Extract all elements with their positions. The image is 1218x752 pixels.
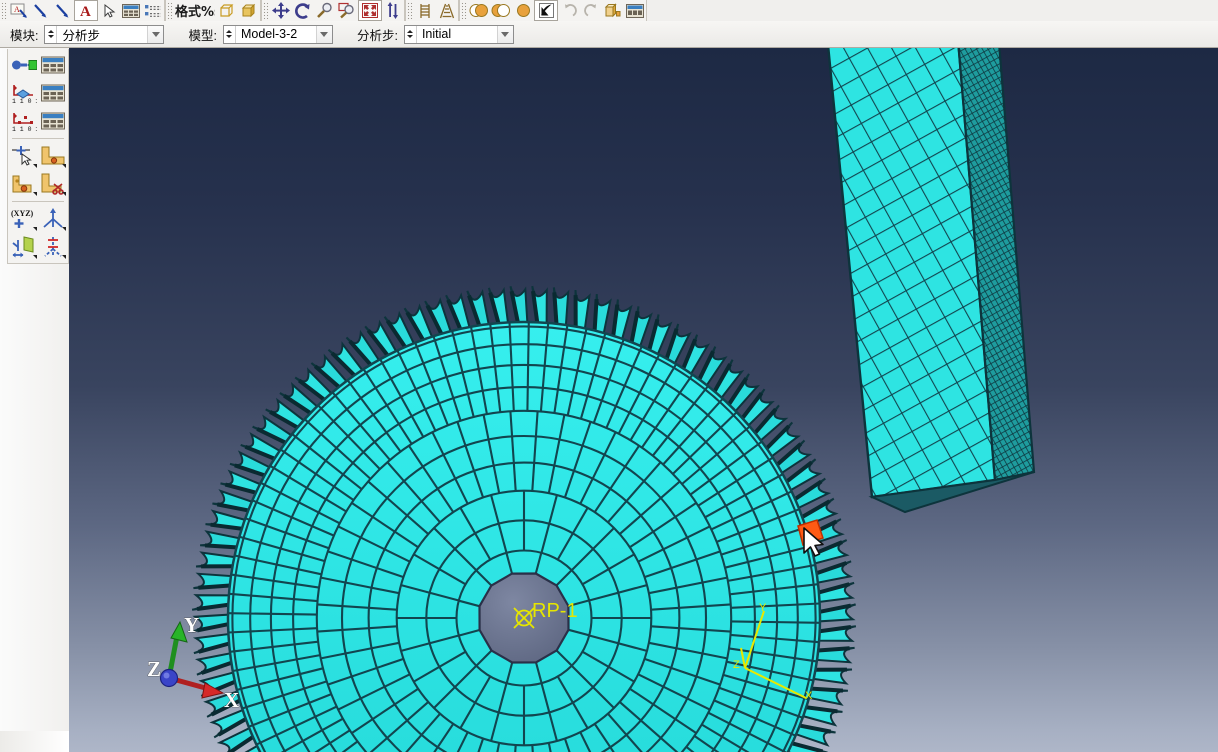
field-output-manager-icon[interactable]: [39, 80, 66, 106]
history-output-manager-icon[interactable]: [39, 108, 66, 134]
cursor-box-icon[interactable]: [534, 0, 558, 21]
datum-csys-icon[interactable]: [39, 234, 66, 260]
shaded-cube-icon[interactable]: [238, 1, 260, 20]
leader-line-icon[interactable]: [52, 1, 74, 20]
venn-remove-icon[interactable]: [490, 1, 512, 20]
ladder-perspective-icon[interactable]: [436, 1, 458, 20]
toolbar-grip[interactable]: [407, 2, 413, 19]
chevron-down-icon[interactable]: [147, 25, 164, 43]
toolbox-row: [8, 170, 68, 198]
adaptive-region-icon[interactable]: [39, 143, 66, 169]
chevron-down-icon[interactable]: [315, 25, 332, 43]
triad-x-label: X: [224, 688, 239, 712]
reference-point-marker: [513, 607, 535, 629]
flip-arrows-icon[interactable]: [382, 1, 404, 20]
venn-replace-icon[interactable]: [468, 1, 490, 20]
svg-text:A: A: [14, 5, 20, 14]
toolbar-group-render-style-tools: 格式%s: [165, 0, 261, 21]
toolbox-row: (XYZ): [8, 205, 68, 233]
leader-arrow-icon[interactable]: [30, 1, 52, 20]
redo-arc-icon[interactable]: [580, 1, 602, 20]
toolbar-grip[interactable]: [263, 2, 269, 19]
chevron-down-icon[interactable]: [496, 25, 513, 43]
toolbox-row: 1 1 0 1 0: [8, 107, 68, 135]
format-text-icon[interactable]: 格式%s: [174, 1, 216, 20]
csys-y-label: Y: [759, 602, 767, 614]
create-adaptivity-icon[interactable]: [10, 143, 37, 169]
datum-axis-icon[interactable]: [39, 206, 66, 232]
csys-z-label: Z: [733, 659, 740, 671]
csys-x-label: X: [805, 690, 813, 702]
instance-boxes-icon[interactable]: [602, 1, 624, 20]
legend-icon[interactable]: [120, 1, 142, 20]
module-value: 分析步: [62, 28, 100, 43]
create-field-output-icon[interactable]: 1 1 0 1 0: [10, 80, 37, 106]
rotate-icon[interactable]: [292, 1, 314, 20]
toolbar-group-section-tools: [405, 0, 459, 21]
step-label: 分析步:: [356, 28, 398, 43]
list-icon[interactable]: [142, 1, 164, 20]
magnify-icon[interactable]: [314, 1, 336, 20]
context-bar: 模块: 分析步 模型: Model-3-2 分析步: Initial: [0, 21, 1218, 48]
text-box-icon[interactable]: A: [8, 1, 30, 20]
module-combo[interactable]: 分析步: [44, 24, 165, 44]
module-toolbox-panel: 1 1 0 1 0: [7, 49, 69, 264]
svg-text:A: A: [80, 4, 91, 18]
toolbar-group-display-group-tools: [459, 0, 647, 21]
create-history-output-icon[interactable]: 1 1 0 1 0: [10, 108, 37, 134]
toolbox-row: 1 1 0 1 0: [8, 79, 68, 107]
rack-mesh-part: [811, 48, 1036, 514]
select-arrow-icon[interactable]: [98, 1, 120, 20]
xyz-datum-point-icon[interactable]: (XYZ): [10, 206, 37, 232]
toolbar-group-view-manipulation-tools: [261, 0, 405, 21]
undo-arc-icon[interactable]: [558, 1, 580, 20]
circle-all-icon[interactable]: [512, 1, 534, 20]
fit-all-icon[interactable]: [358, 0, 382, 21]
datum-plane-icon[interactable]: [10, 234, 37, 260]
svg-text:1 1 0 1 0: 1 1 0 1 0: [12, 98, 37, 105]
fe-model-scene: RP-1 Y X Z Y Z X: [147, 48, 1036, 752]
gear-mesh-part: [191, 285, 857, 752]
model-value: Model-3-2: [240, 27, 298, 41]
toolbox-row: [8, 233, 68, 261]
triad-z-label: Z: [147, 657, 161, 681]
box-zoom-icon[interactable]: [336, 1, 358, 20]
step-value: Initial: [421, 27, 452, 41]
step-combo[interactable]: Initial: [403, 24, 514, 44]
model-combo[interactable]: Model-3-2: [222, 24, 333, 44]
toolbar-empty-space: [647, 0, 1218, 21]
abaqus-cae-window: A A 格式% 模块: 分析步 模型: Model-3-2 分析步: Initi…: [0, 0, 1218, 752]
toolbox-row: [8, 51, 68, 79]
adaptive-constraint-icon[interactable]: [10, 171, 37, 197]
toolbox-divider: [12, 201, 64, 202]
pan-icon[interactable]: [270, 1, 292, 20]
panel-icon[interactable]: [624, 1, 646, 20]
viewport-1[interactable]: RP-1 Y X Z Y Z X: [69, 48, 1218, 752]
toolbox-divider: [12, 138, 64, 139]
red-a-icon[interactable]: A: [74, 0, 98, 21]
module-spinner[interactable]: [45, 25, 58, 43]
reference-point-label: RP-1: [532, 600, 578, 622]
wireframe-cube-icon[interactable]: [216, 1, 238, 20]
toolbar-grip[interactable]: [1, 2, 7, 19]
create-step-icon[interactable]: [10, 52, 37, 78]
model-label: 模型:: [188, 28, 217, 43]
triad-y-label: Y: [184, 613, 199, 637]
toolbar-group-annotation-tools: A A: [0, 0, 165, 21]
svg-text:1 1 0 1 0: 1 1 0 1 0: [12, 126, 37, 133]
remesh-rule-icon[interactable]: [39, 171, 66, 197]
toolbar-grip[interactable]: [461, 2, 467, 19]
step-spinner[interactable]: [405, 25, 417, 43]
step-manager-icon[interactable]: [39, 52, 66, 78]
module-label: 模块:: [10, 28, 39, 43]
svg-text:格式%s: 格式%s: [175, 4, 215, 19]
toolbox-bottom-strip: [0, 731, 69, 752]
model-spinner[interactable]: [224, 25, 236, 43]
toolbar-grip[interactable]: [167, 2, 173, 19]
top-toolbar: A A 格式%: [0, 0, 1218, 22]
toolbox-row: [8, 142, 68, 170]
ladder-view-icon[interactable]: [414, 1, 436, 20]
svg-text:(XYZ): (XYZ): [11, 209, 34, 218]
module-toolbox: 1 1 0 1 0: [0, 48, 69, 752]
